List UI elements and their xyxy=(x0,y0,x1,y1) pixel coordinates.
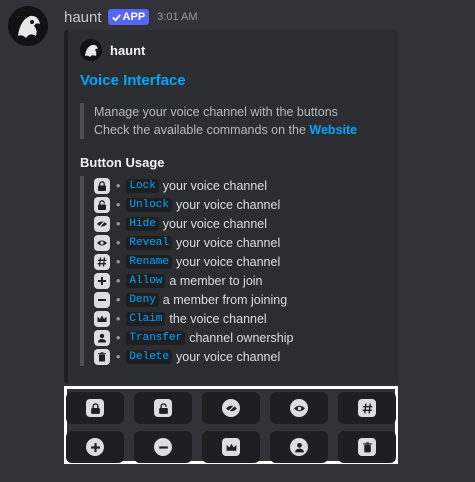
usage-item: • Lock your voice channel xyxy=(94,176,384,195)
app-badge: APP xyxy=(107,9,150,25)
unlock-button[interactable] xyxy=(134,392,192,424)
description-line-1: Manage your voice channel with the butto… xyxy=(94,105,338,119)
unlock-icon xyxy=(154,399,172,417)
button-grid xyxy=(64,386,398,464)
embed-author: haunt xyxy=(80,39,384,61)
usage-item: • Transfer channel ownership xyxy=(94,328,384,347)
usage-item: • Reveal your voice channel xyxy=(94,233,384,252)
eye-icon xyxy=(290,399,308,417)
bullet: • xyxy=(116,178,121,193)
embed-title: Voice Interface xyxy=(80,72,186,89)
usage-item: • Deny a member from joining xyxy=(94,290,384,309)
command-code: Claim xyxy=(126,311,166,326)
timestamp: 3:01 AM xyxy=(157,11,198,23)
eye-off-button[interactable] xyxy=(202,392,260,424)
embed: haunt Voice Interface Manage your voice … xyxy=(64,30,398,384)
bullet: • xyxy=(116,311,121,326)
minus-icon xyxy=(154,438,172,456)
usage-text: your voice channel xyxy=(176,349,281,364)
description-line-2: Check the available commands on the Webs… xyxy=(94,121,384,139)
usage-text: a member from joining xyxy=(162,292,288,307)
unlock-icon xyxy=(94,196,110,213)
lock-icon xyxy=(86,399,104,417)
bullet: • xyxy=(116,216,121,231)
user-icon xyxy=(94,329,110,346)
command-code: Allow xyxy=(126,273,166,288)
usage-item: • Unlock your voice channel xyxy=(94,195,384,214)
trash-icon xyxy=(94,348,110,365)
hash-icon xyxy=(358,399,376,417)
usage-text: your voice channel xyxy=(176,197,281,212)
usage-list: • Lock your voice channel • Unlock your voice… xyxy=(80,176,384,366)
bullet: • xyxy=(116,273,121,288)
usage-text: your voice channel xyxy=(176,235,281,250)
usage-item: • Hide your voice channel xyxy=(94,214,384,233)
command-code: Unlock xyxy=(126,197,172,212)
bullet: • xyxy=(116,349,121,364)
usage-item: • Delete your voice channel xyxy=(94,347,384,366)
crown-icon xyxy=(222,438,240,456)
usage-item: • Rename your voice channel xyxy=(94,252,384,271)
usage-text: the voice channel xyxy=(169,311,267,326)
author-name: haunt xyxy=(110,42,146,58)
plus-icon xyxy=(94,272,110,289)
bullet: • xyxy=(116,197,121,212)
minus-icon xyxy=(94,291,110,308)
embed-description: Manage your voice channel with the butto… xyxy=(80,103,384,139)
description-line-2-text: Check the available commands on the xyxy=(94,123,310,137)
trash-icon xyxy=(358,438,376,456)
hash-button[interactable] xyxy=(338,392,396,424)
command-code: Reveal xyxy=(126,235,172,250)
minus-button[interactable] xyxy=(134,431,192,463)
user-button[interactable] xyxy=(270,431,328,463)
usage-text: channel ownership xyxy=(189,330,294,345)
eye-button[interactable] xyxy=(270,392,328,424)
hash-icon xyxy=(94,253,110,270)
command-code: Hide xyxy=(126,216,159,231)
section-title: Button Usage xyxy=(80,155,165,170)
eye-off-icon xyxy=(94,215,110,232)
bullet: • xyxy=(116,235,121,250)
usage-item: • Allow a member to join xyxy=(94,271,384,290)
crown-button[interactable] xyxy=(202,431,260,463)
bullet: • xyxy=(116,330,121,345)
crown-icon xyxy=(94,310,110,327)
user-icon xyxy=(290,438,308,456)
command-code: Delete xyxy=(126,349,172,364)
plus-icon xyxy=(86,438,104,456)
usage-text: your voice channel xyxy=(162,216,268,231)
author-avatar xyxy=(80,39,102,61)
command-code: Rename xyxy=(126,254,172,269)
command-code: Transfer xyxy=(126,330,186,345)
check-icon xyxy=(111,13,121,22)
usage-text: your voice channel xyxy=(162,178,268,193)
lock-icon xyxy=(94,177,110,194)
plus-button[interactable] xyxy=(66,431,124,463)
usage-text: your voice channel xyxy=(176,254,281,269)
username[interactable]: haunt xyxy=(64,9,102,26)
eye-off-icon xyxy=(222,399,240,417)
command-code: Lock xyxy=(126,178,159,193)
message-header: haunt APP 3:01 AM xyxy=(64,8,198,26)
bullet: • xyxy=(116,254,121,269)
eye-icon xyxy=(94,234,110,251)
app-badge-label: APP xyxy=(122,11,146,23)
bot-avatar[interactable] xyxy=(8,6,48,46)
website-link[interactable]: Website xyxy=(309,123,357,137)
usage-text: a member to join xyxy=(169,273,263,288)
lock-button[interactable] xyxy=(66,392,124,424)
trash-button[interactable] xyxy=(338,431,396,463)
command-code: Deny xyxy=(126,292,159,307)
usage-item: • Claim the voice channel xyxy=(94,309,384,328)
bullet: • xyxy=(116,292,121,307)
